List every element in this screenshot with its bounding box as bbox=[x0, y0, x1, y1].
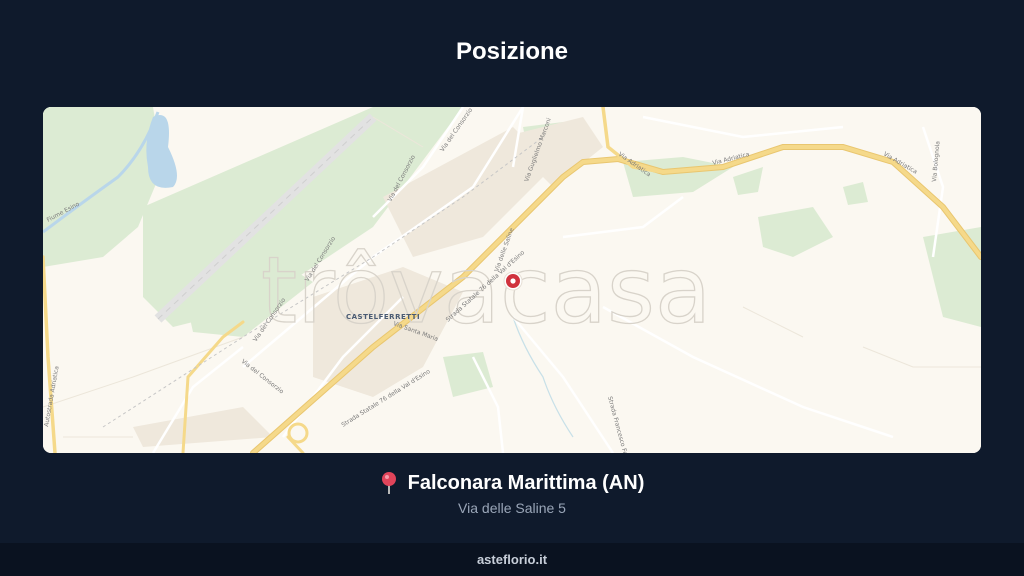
map-canvas[interactable]: trôvacasa CASTELFERRETTI Via Adriatica V… bbox=[43, 107, 981, 453]
location-heading: Falconara Marittima (AN) bbox=[0, 471, 1024, 495]
watermark-text: trôvacasa bbox=[261, 237, 711, 344]
map-panel[interactable]: trôvacasa CASTELFERRETTI Via Adriatica V… bbox=[43, 107, 981, 453]
location-marker-icon[interactable] bbox=[503, 271, 523, 291]
page-title: Posizione bbox=[455, 38, 569, 65]
footer-site[interactable]: asteflorio.it bbox=[0, 543, 1024, 576]
location-address: Via delle Saline 5 bbox=[458, 500, 566, 516]
map-pin-icon bbox=[381, 472, 396, 494]
location-name: Falconara Marittima (AN) bbox=[407, 471, 645, 494]
town-label: CASTELFERRETTI bbox=[346, 313, 420, 321]
